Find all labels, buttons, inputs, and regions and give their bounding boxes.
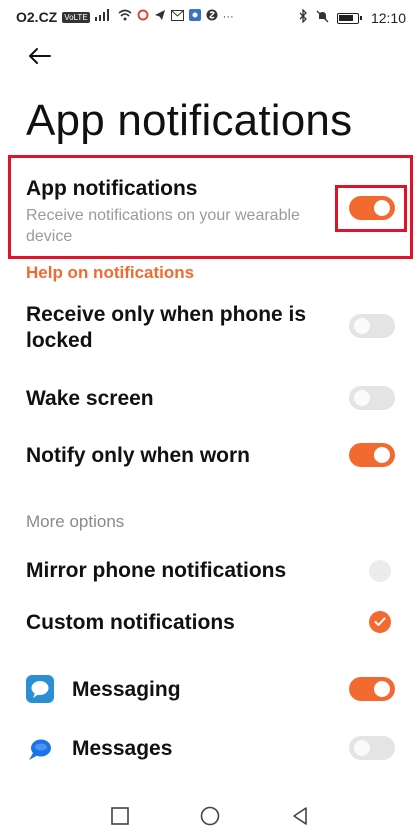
status-right: 12:10: [298, 8, 406, 27]
mirror-notifications-radio[interactable]: [369, 560, 391, 582]
recents-square-icon: [111, 807, 129, 825]
messaging-toggle[interactable]: [349, 677, 395, 701]
home-circle-icon: [200, 806, 220, 826]
volte-badge: VoLTE: [62, 11, 90, 23]
system-nav-bar: [0, 795, 420, 840]
telegram-icon: [154, 9, 166, 25]
wake-screen-toggle[interactable]: [349, 386, 395, 410]
receive-locked-label-2: locked: [26, 329, 93, 352]
wifi-icon: [118, 9, 132, 25]
back-arrow-icon: [29, 48, 51, 64]
toggle-knob: [354, 318, 370, 334]
notify-worn-toggle[interactable]: [349, 443, 395, 467]
toggle-knob: [374, 447, 390, 463]
signal-icon: [94, 9, 113, 25]
app-name-messages: Messages: [72, 737, 173, 760]
back-triangle-icon: [293, 807, 307, 825]
messages-toggle[interactable]: [349, 736, 395, 760]
receive-locked-toggle[interactable]: [349, 314, 395, 338]
toggle-knob: [374, 681, 390, 697]
notify-worn-label: Notify only when worn: [26, 444, 250, 467]
wake-screen-label: Wake screen: [26, 387, 154, 410]
photos-icon: [188, 9, 201, 25]
home-button[interactable]: [197, 803, 223, 829]
more-options-heading: More options: [26, 512, 125, 531]
toggle-knob: [354, 740, 370, 756]
bluetooth-icon: [298, 8, 308, 27]
carrier-name: O2.CZ: [16, 9, 58, 25]
custom-notifications-radio[interactable]: [369, 611, 391, 633]
mirror-notifications-label: Mirror phone notifications: [26, 559, 287, 582]
toggle-knob: [354, 390, 370, 406]
messages-app-icon: [26, 735, 54, 763]
ring-app-icon: [137, 9, 149, 25]
more-notifications-icon: ···: [222, 11, 234, 23]
status-bar: O2.CZ VoLTE ··· 12:10: [0, 0, 420, 34]
receive-locked-label-1: Receive only when phone is: [26, 303, 307, 326]
help-on-notifications-link[interactable]: Help on notifications: [26, 263, 194, 283]
recents-button[interactable]: [107, 803, 133, 829]
highlight-annotation-toggle: [335, 185, 407, 232]
page-title: App notifications: [26, 96, 353, 145]
messaging-app-icon: [26, 675, 54, 703]
mute-bell-icon: [316, 10, 329, 27]
check-icon: [374, 617, 386, 626]
nav-back-button[interactable]: [287, 803, 313, 829]
clock: 12:10: [370, 10, 406, 26]
gmail-icon: [170, 9, 184, 25]
back-button[interactable]: [22, 40, 58, 72]
app-name-messaging: Messaging: [72, 678, 181, 701]
battery-icon: [336, 12, 362, 24]
shazam-icon: [206, 9, 218, 25]
custom-notifications-label: Custom notifications: [26, 611, 235, 634]
status-left: O2.CZ VoLTE ···: [16, 9, 234, 25]
